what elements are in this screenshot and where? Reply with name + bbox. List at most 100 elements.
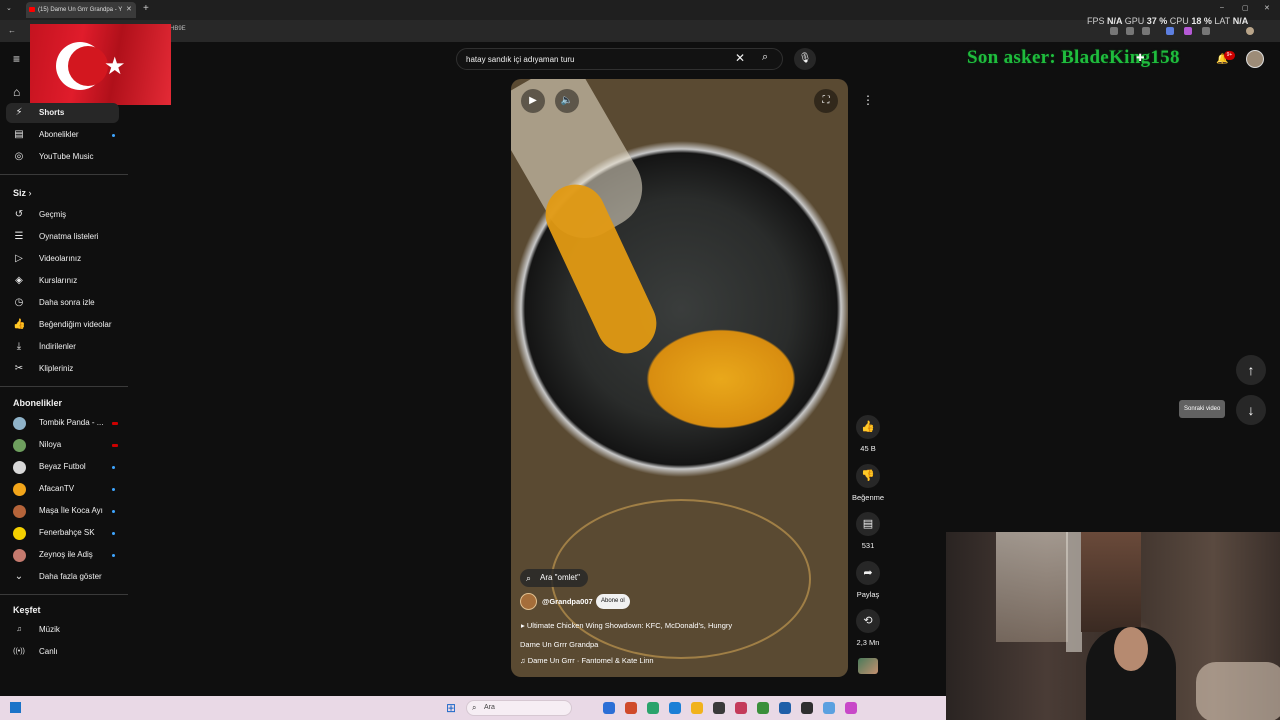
dislike-button[interactable]: 👎 [856,464,880,488]
audio-track-link[interactable]: ♫ Dame Un Grrr · Fantomel & Kate Linn [520,656,654,665]
maximize-icon[interactable]: ▢ [1242,4,1249,12]
taskbar-app-icon[interactable] [757,702,769,714]
short-video-player[interactable] [511,79,848,677]
show-more-button[interactable]: ⌄ Daha fazla göster [6,567,119,587]
play-icon[interactable]: ▶ [521,89,545,113]
tab-title: (15) Dame Un Grrr Grandpa - Y [38,7,123,13]
live-indicator [112,444,118,447]
music-note-icon: ♫ [16,626,22,633]
extension-icon[interactable] [1184,27,1192,35]
channel-name[interactable]: @Grandpa007 [542,597,593,606]
channel-avatar [13,527,26,540]
clear-search-icon[interactable]: ✕ [735,51,745,65]
windows-start-icon[interactable]: ⊞ [446,701,456,715]
sidebar-item[interactable]: ✂ Klipleriniz [6,359,119,379]
home-icon[interactable]: ⌂ [13,85,20,99]
subscriptions-icon: ▤ [14,129,24,140]
new-content-dot [112,134,115,137]
widgets-icon[interactable] [10,702,21,713]
comment-count: 531 [861,541,875,550]
remix-button[interactable]: ⟲ [856,609,880,633]
sidebar-item[interactable]: ⚡ Shorts [6,103,119,123]
sidebar-item[interactable]: Zeynoş ile Adiş [6,545,119,565]
previous-video-button[interactable]: ↑ [1236,355,1266,385]
like-button[interactable]: 👍 [856,415,880,439]
sound-thumbnail[interactable] [858,658,878,674]
sidebar-item[interactable]: ◈ Kurslarınız [6,271,119,291]
search-input[interactable] [466,53,726,66]
close-window-icon[interactable]: ✕ [1264,4,1270,12]
back-icon[interactable]: ← [8,26,16,35]
taskbar-app-icon[interactable] [823,702,835,714]
browser-tab[interactable]: (15) Dame Un Grrr Grandpa - Y [26,2,136,18]
sidebar-item[interactable]: ((•)) Canlı [6,642,119,662]
sidebar-item[interactable]: 👍 Beğendiğim videolar [6,315,119,335]
sidebar-item[interactable]: ▤ Abonelikler [6,125,119,145]
menu-hamburger-icon[interactable]: ≡ [13,52,20,66]
sidebar-item[interactable]: ☰ Oynatma listeleri [6,227,119,247]
taskbar-app-icon[interactable] [603,702,615,714]
taskbar-search-box[interactable]: ⌕ Ara [466,700,572,716]
next-video-button[interactable]: ↓ [1236,395,1266,425]
chevron-down-icon: ⌄ [14,571,24,582]
sidebar-item[interactable]: Fenerbahçe SK [6,523,119,543]
more-options-icon[interactable]: ⋮ [862,93,874,107]
liked-icon: 👍 [13,319,26,330]
search-icon: ⌕ [472,703,477,712]
volume-icon[interactable]: 🔈 [555,89,579,113]
sidebar-item[interactable]: ⤓ İndirilenler [6,337,119,357]
sidebar-item[interactable]: Beyaz Futbol [6,457,119,477]
subscribe-button[interactable]: Abone ol [596,594,630,609]
account-avatar[interactable] [1246,50,1264,68]
url-text: HB9E [170,26,186,32]
bookmark-star-icon[interactable] [1142,27,1150,35]
sidebar-item[interactable]: ♫ Müzik [6,620,119,640]
taskbar-app-icon[interactable] [779,702,791,714]
taskbar-app-icon[interactable] [801,702,813,714]
sidebar-item[interactable]: ◎ YouTube Music [6,147,119,167]
history-icon: ↺ [14,209,24,220]
minimize-icon[interactable]: – [1220,4,1224,11]
new-content-dot [112,488,115,491]
sidebar-item[interactable]: Maşa İle Koca Ayı [6,501,119,521]
extensions-puzzle-icon[interactable] [1202,27,1210,35]
taskbar-app-icon[interactable] [691,702,703,714]
taskbar-app-icon[interactable] [845,702,857,714]
fullscreen-icon[interactable]: ⛶ [814,89,838,113]
music-note-icon: ♫ [520,656,528,665]
sidebar-item[interactable]: Tombik Panda - ... [6,413,119,433]
sidebar-item-label: Beğendiğim videolar [39,320,112,329]
sidebar-item[interactable]: AfacanTV [6,479,119,499]
taskbar-app-icon[interactable] [669,702,681,714]
voice-search-button[interactable]: 🎙 [794,48,816,70]
short-title: Dame Un Grrr Grandpa [520,640,599,649]
sidebar-item[interactable]: ↺ Geçmiş [6,205,119,225]
you-section-header[interactable]: Siz › [13,188,32,198]
related-video-link[interactable]: ▸ Ultimate Chicken Wing Showdown: KFC, M… [521,621,732,630]
tab-close-icon[interactable]: ✕ [126,5,132,13]
taskbar-app-icon[interactable] [713,702,725,714]
sidebar-item[interactable]: Niloya [6,435,119,455]
taskbar-app-icon[interactable] [735,702,747,714]
new-tab-icon[interactable]: + [143,3,149,14]
live-icon: ((•)) [13,648,25,655]
remix-count: 2,3 Mn [856,638,880,647]
create-icon[interactable]: ✚ [1136,53,1144,64]
sidebar-item-label: AfacanTV [39,484,75,493]
extension-icon[interactable] [1110,27,1118,35]
search-box[interactable] [456,48,783,70]
share-button[interactable]: ➦ [856,561,880,585]
zoom-icon[interactable] [1126,27,1134,35]
comments-button[interactable]: ▤ [856,512,880,536]
taskbar-app-icon[interactable] [647,702,659,714]
related-search-chip[interactable]: ⌕ Ara "omlet" [520,569,588,587]
extension-icon[interactable] [1166,27,1174,35]
sidebar-item[interactable]: ◷ Daha sonra izle [6,293,119,313]
search-icon[interactable]: ⌕ [762,51,768,64]
taskbar-app-icon[interactable] [625,702,637,714]
channel-avatar[interactable] [520,593,537,610]
profile-avatar[interactable] [1246,27,1254,35]
tab-list-chevron-icon[interactable]: ⌄ [6,4,12,12]
sidebar-item-label: Geçmiş [39,210,67,219]
sidebar-item[interactable]: ▷ Videolarınız [6,249,119,269]
